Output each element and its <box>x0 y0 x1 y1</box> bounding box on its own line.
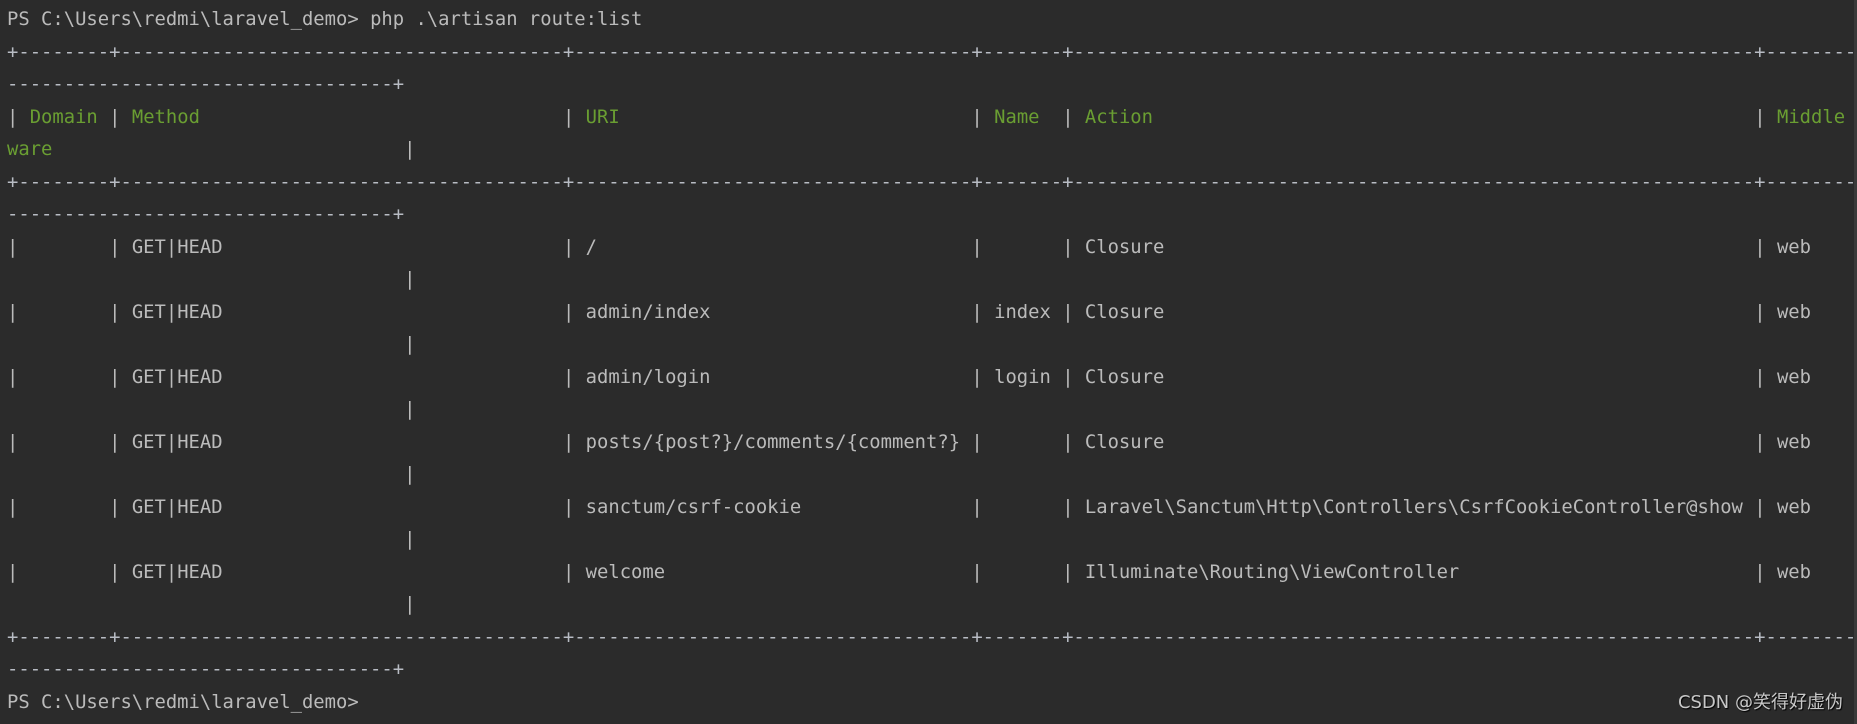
cell-method: GET|HEAD <box>131 561 223 583</box>
cell-action: Closure <box>1084 236 1165 258</box>
header-name: Name <box>994 106 1040 128</box>
cell-uri: posts/{post?}/comments/{comment?} <box>585 431 961 453</box>
cell-middleware: web <box>1776 366 1811 388</box>
cell-uri: admin/login <box>585 366 711 388</box>
cell-uri: admin/index <box>585 301 711 323</box>
command: php .\artisan route:list <box>370 9 643 30</box>
cell-middleware: web <box>1776 561 1811 583</box>
cell-method: GET|HEAD <box>131 301 223 323</box>
cell-middleware: web <box>1776 301 1811 323</box>
cell-uri: sanctum/csrf-cookie <box>585 496 802 518</box>
cell-name: login <box>994 366 1051 388</box>
header-domain: Domain <box>29 106 98 128</box>
prompt: PS C:\Users\redmi\laravel_demo> <box>7 691 359 713</box>
cell-method: GET|HEAD <box>131 496 223 518</box>
command-line: PS C:\Users\redmi\laravel_demo> php .\ar… <box>7 4 1856 37</box>
table-header-row: | Domain | Method | URI | Name | Action … <box>7 106 1846 161</box>
table-row: | | GET|HEAD | welcome | | Illuminate\Ro… <box>7 561 1811 616</box>
prompt-line[interactable]: PS C:\Users\redmi\laravel_demo> <box>7 687 1856 720</box>
cell-action: Closure <box>1084 431 1165 453</box>
cell-action: Illuminate\Routing\ViewController <box>1084 561 1460 583</box>
cell-uri: / <box>585 236 598 258</box>
table-row: | | GET|HEAD | admin/index | index | Clo… <box>7 301 1811 356</box>
cell-method: GET|HEAD <box>131 431 223 453</box>
table-row: | | GET|HEAD | admin/login | login | Clo… <box>7 366 1811 421</box>
table-border: +--------+------------------------------… <box>7 41 1857 96</box>
header-middleware: Middleware <box>7 106 1846 161</box>
header-method: Method <box>131 106 200 128</box>
table-border: +--------+------------------------------… <box>7 626 1857 681</box>
cell-middleware: web <box>1776 431 1811 453</box>
cell-name: index <box>994 301 1051 323</box>
cell-method: GET|HEAD <box>131 366 223 388</box>
table-row: | | GET|HEAD | sanctum/csrf-cookie | | L… <box>7 496 1812 551</box>
terminal-output[interactable]: PS C:\Users\redmi\laravel_demo> php .\ar… <box>0 0 1856 719</box>
table-row: | | GET|HEAD | posts/{post?}/comments/{c… <box>7 431 1811 486</box>
header-action: Action <box>1084 106 1153 128</box>
header-uri: URI <box>585 106 620 128</box>
watermark: CSDN @笑得好虚伪 <box>1677 692 1843 713</box>
cell-action: Closure <box>1084 366 1165 388</box>
cell-uri: welcome <box>585 561 666 583</box>
cell-middleware: web <box>1776 496 1812 518</box>
cell-action: Closure <box>1084 301 1165 323</box>
cell-action: Laravel\Sanctum\Http\Controllers\CsrfCoo… <box>1084 496 1743 518</box>
table-row: | | GET|HEAD | / | | Closure | web | <box>7 236 1811 291</box>
table-border: +--------+------------------------------… <box>7 171 1857 226</box>
cell-middleware: web <box>1776 236 1811 258</box>
prompt: PS C:\Users\redmi\laravel_demo> <box>7 9 359 30</box>
route-table: +--------+------------------------------… <box>7 37 1856 687</box>
cell-method: GET|HEAD <box>131 236 223 258</box>
